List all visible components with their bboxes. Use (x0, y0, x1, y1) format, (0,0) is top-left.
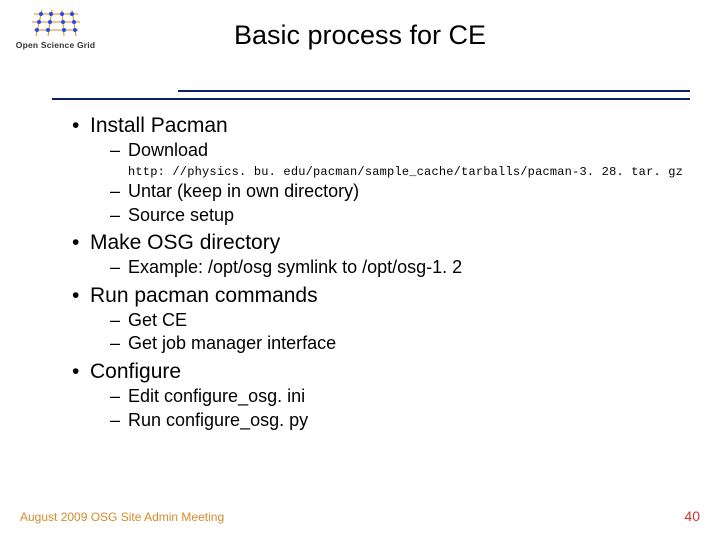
title-divider (0, 90, 720, 100)
slide-number: 40 (684, 508, 700, 524)
sub-get-jobmgr: Get job manager interface (110, 332, 700, 355)
page-title: Basic process for CE (0, 20, 720, 51)
bullet-configure: Configure Edit configure_osg. ini Run co… (72, 358, 700, 432)
sub-source: Source setup (110, 204, 700, 227)
slide-body: Install Pacman Download http: //physics.… (72, 112, 700, 434)
sub-untar: Untar (keep in own directory) (110, 180, 700, 203)
pacman-url: http: //physics. bu. edu/pacman/sample_c… (128, 165, 700, 181)
sub-download: Download (110, 139, 700, 162)
sub-edit-ini: Edit configure_osg. ini (110, 385, 700, 408)
sub-run-py: Run configure_osg. py (110, 409, 700, 432)
bullet-run-pacman: Run pacman commands Get CE Get job manag… (72, 282, 700, 356)
footer-meeting: August 2009 OSG Site Admin Meeting (20, 510, 224, 524)
bullet-install-pacman: Install Pacman Download http: //physics.… (72, 112, 700, 227)
sub-example-symlink: Example: /opt/osg symlink to /opt/osg-1.… (110, 256, 700, 279)
bullet-make-osg: Make OSG directory Example: /opt/osg sym… (72, 229, 700, 280)
sub-get-ce: Get CE (110, 309, 700, 332)
